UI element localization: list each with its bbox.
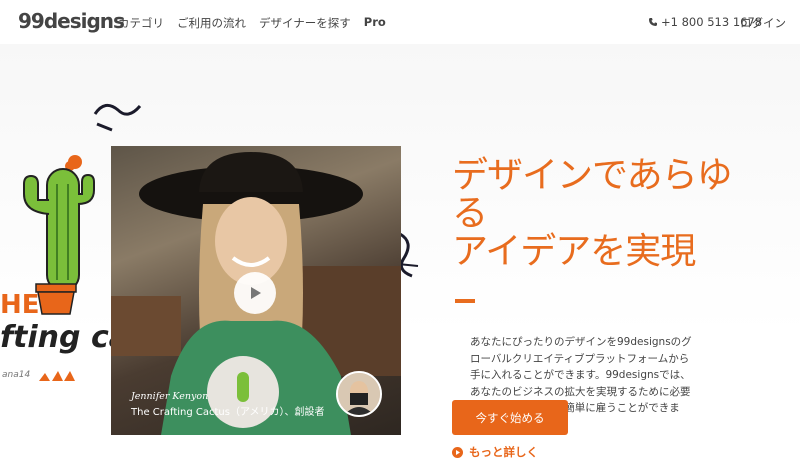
testimonial-name: Jennifer Kenyon bbox=[131, 391, 209, 402]
learn-more-label: もっと詳しく bbox=[469, 445, 538, 459]
play-icon bbox=[251, 287, 261, 299]
learn-more-link[interactable]: もっと詳しく bbox=[452, 444, 538, 460]
sign-text-1: HE bbox=[0, 290, 40, 320]
phone-icon bbox=[649, 18, 657, 26]
hero-section: HE fting cac ana14 Jennifer Kenyon The C… bbox=[0, 44, 800, 459]
avatar-photo bbox=[338, 373, 380, 415]
nav-item-how-it-works[interactable]: ご利用の流れ bbox=[177, 15, 246, 31]
hero-headline: デザインであらゆ る アイデアを実現 bbox=[452, 157, 772, 271]
main-nav: カテゴリ ご利用の流れ デザイナーを探す Pro bbox=[118, 15, 386, 31]
headline-line-1: デザインであらゆ bbox=[452, 155, 733, 196]
start-now-button[interactable]: 今すぐ始める bbox=[452, 400, 568, 435]
play-button[interactable] bbox=[234, 272, 276, 314]
headline-line-3: アイデアを実現 bbox=[452, 231, 696, 272]
nav-item-pro[interactable]: Pro bbox=[364, 15, 386, 31]
play-circle-icon bbox=[452, 446, 463, 458]
sign-credit: ana14 bbox=[2, 370, 31, 380]
headline-line-2: る bbox=[452, 193, 488, 234]
divider bbox=[455, 299, 475, 303]
logo[interactable]: 99designs bbox=[18, 9, 125, 33]
nav-item-find-designer[interactable]: デザイナーを探す bbox=[259, 15, 351, 31]
login-link[interactable]: ログイン bbox=[740, 15, 786, 31]
avatar[interactable] bbox=[336, 371, 382, 417]
nav-item-categories[interactable]: カテゴリ bbox=[118, 15, 164, 31]
site-header: 99designs カテゴリ ご利用の流れ デザイナーを探す Pro +1 80… bbox=[0, 0, 800, 44]
testimonial-company: The Crafting Cactus（アメリカ）、創設者 bbox=[131, 407, 325, 418]
